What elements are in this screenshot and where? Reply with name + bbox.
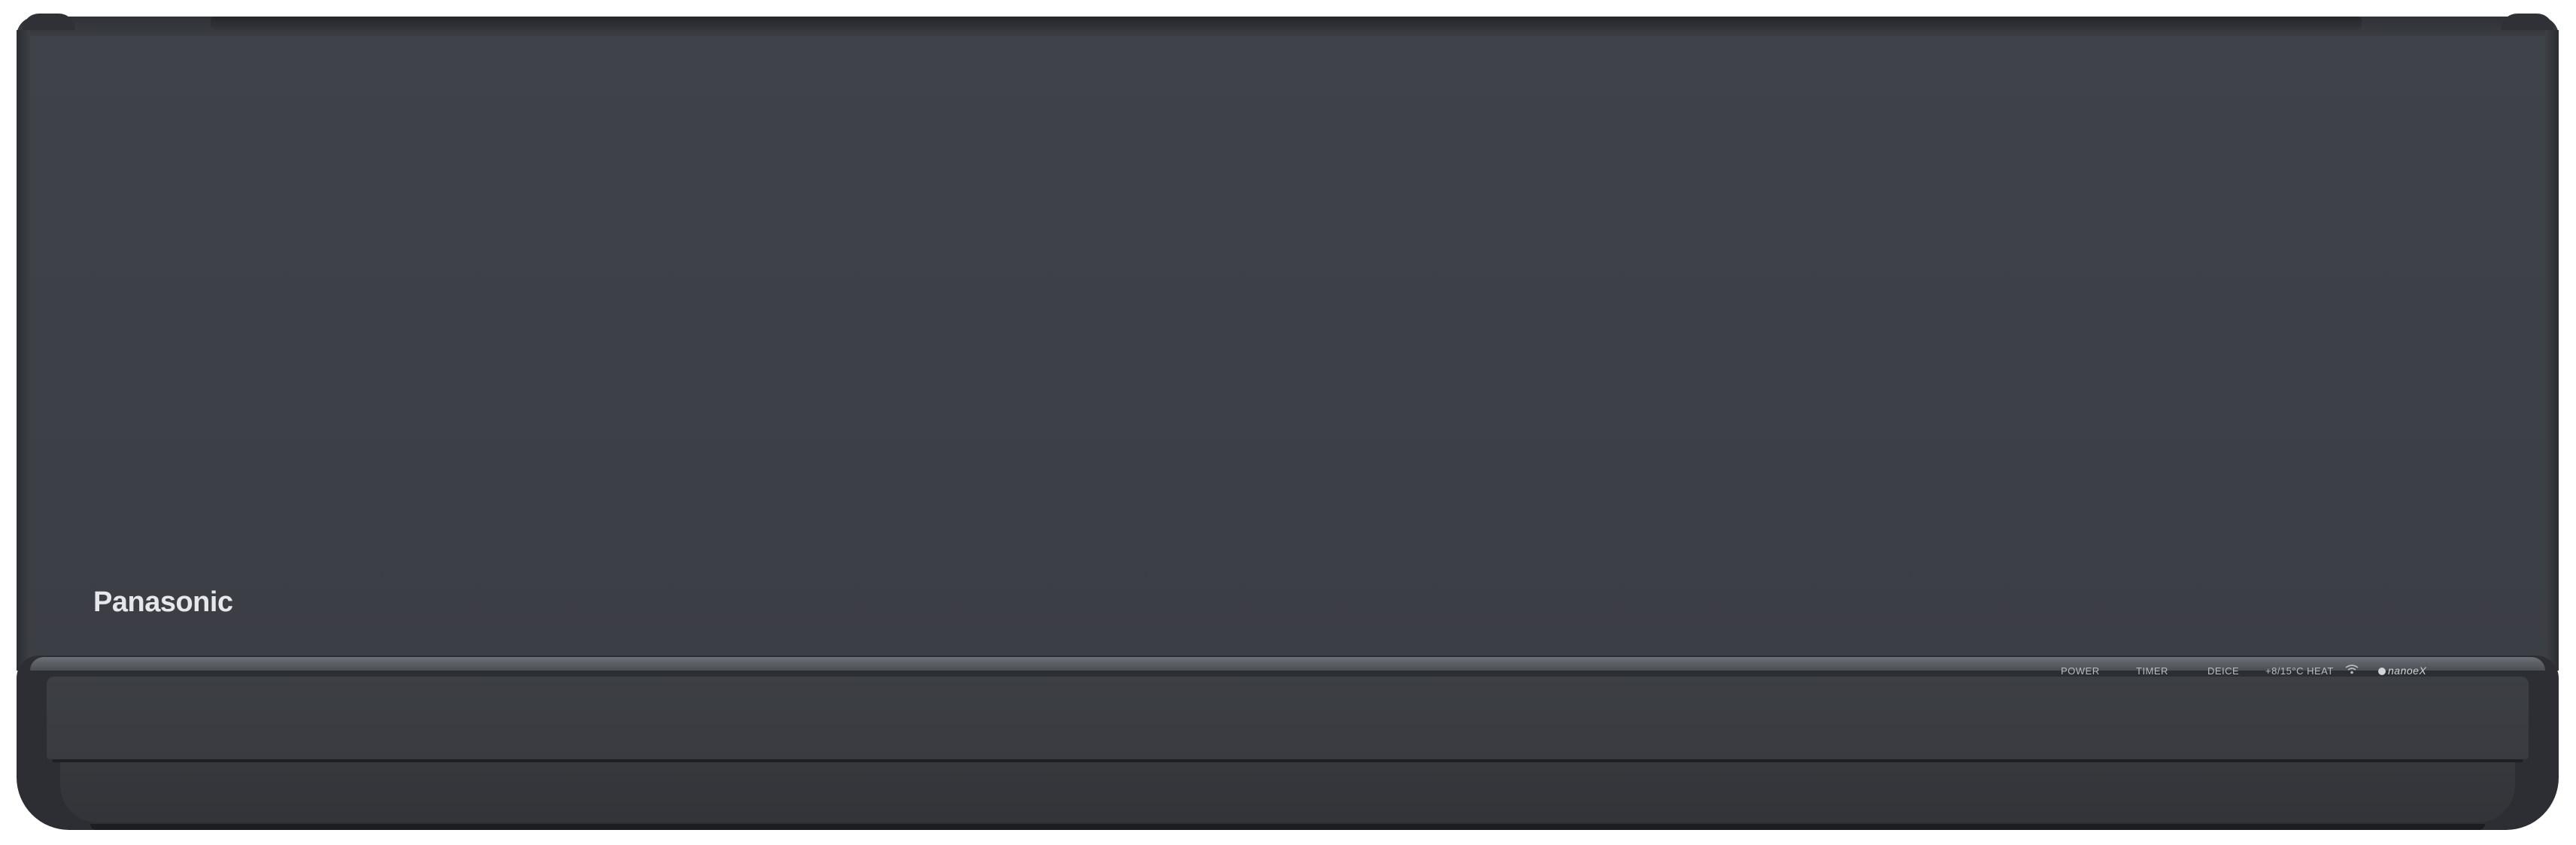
air-conditioner-photo: Panasonic POWER TIMER DEICE +8/15°C HEAT… — [0, 0, 2576, 845]
power-indicator-label: POWER — [2061, 665, 2100, 677]
nanoe-indicator: nanoeX — [2378, 665, 2426, 677]
right-corner-cap — [2501, 14, 2553, 30]
timer-indicator-label: TIMER — [2136, 665, 2168, 677]
left-corner-cap — [23, 14, 75, 30]
left-side-edge — [17, 30, 30, 669]
heat-indicator-label: +8/15°C HEAT — [2265, 665, 2334, 677]
airflow-flap — [47, 677, 2529, 759]
right-side-edge — [2545, 30, 2559, 669]
wifi-icon — [2345, 664, 2359, 674]
deice-indicator-label: DEICE — [2207, 665, 2240, 677]
nanoe-indicator-label: nanoeX — [2388, 665, 2427, 677]
indoor-unit-front-panel — [17, 17, 2559, 671]
air-intake-slot — [211, 17, 2362, 30]
lower-vane — [60, 762, 2515, 822]
nanoe-icon — [2378, 668, 2386, 675]
bottom-shadow — [90, 824, 2485, 830]
brand-logo: Panasonic — [93, 586, 233, 618]
